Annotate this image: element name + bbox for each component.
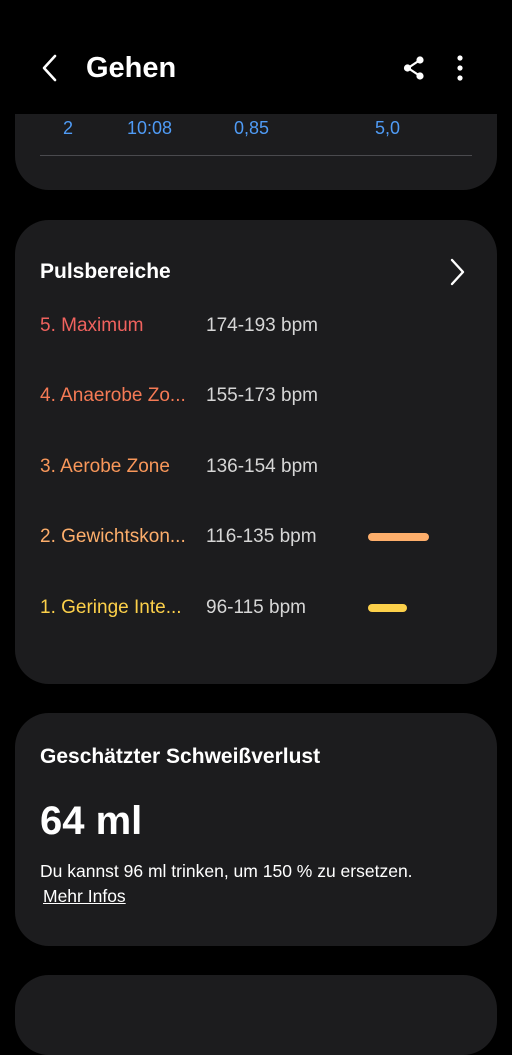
zone-name: 1. Geringe Inte... [40, 597, 182, 618]
zone-row: 4. Anaerobe Zo... 155-173 bpm [15, 381, 497, 411]
zone-range: 136-154 bpm [206, 456, 318, 477]
zone-bar-track [368, 604, 460, 612]
sweat-description: Du kannst 96 ml trinken, um 150 % zu ers… [40, 861, 413, 881]
divider [40, 155, 472, 156]
zone-name: 2. Gewichtskon... [40, 526, 186, 547]
zone-bar-track [368, 392, 460, 400]
zone-row: 2. Gewichtskon... 116-135 bpm [15, 522, 497, 552]
zone-row: 1. Geringe Inte... 96-115 bpm [15, 593, 497, 623]
zone-name: 4. Anaerobe Zo... [40, 385, 186, 406]
chevron-left-icon [42, 54, 57, 82]
sweat-loss-card: Geschätzter Schweißverlust 64 ml Du kann… [15, 713, 497, 946]
more-info-link[interactable]: Mehr Infos [43, 883, 126, 909]
zone-name: 3. Aerobe Zone [40, 456, 170, 477]
page-title: Gehen [86, 52, 177, 84]
sweat-title: Geschätzter Schweißverlust [40, 745, 321, 768]
lap-pace: 5,0 [375, 118, 401, 138]
more-vertical-icon [457, 55, 463, 81]
lap-time: 10:08 [127, 118, 173, 138]
heart-rate-zones-card[interactable]: Pulsbereiche 5. Maximum 174-193 bpm 4. A… [15, 220, 497, 684]
next-card [15, 975, 497, 1055]
sweat-value: 64 ml [40, 799, 143, 843]
zone-range: 116-135 bpm [206, 526, 317, 547]
share-button[interactable] [396, 50, 432, 86]
more-options-button[interactable] [444, 50, 476, 86]
zone-bar-track [368, 533, 460, 541]
lap-number: 2 [63, 118, 74, 138]
zone-name: 5. Maximum [40, 315, 144, 336]
zones-open-button[interactable] [439, 254, 475, 290]
zone-bar-track [368, 463, 460, 471]
zone-range: 155-173 bpm [206, 385, 318, 406]
zone-bar-track [368, 322, 460, 330]
chevron-right-icon [450, 258, 465, 286]
zone-bar [368, 604, 407, 612]
zone-range: 174-193 bpm [206, 315, 318, 336]
lap-row[interactable]: 2 10:08 0,85 5,0 [15, 114, 497, 142]
app-bar: Gehen [0, 0, 512, 114]
zone-range: 96-115 bpm [206, 597, 306, 618]
zone-row: 5. Maximum 174-193 bpm [15, 311, 497, 341]
zone-row: 3. Aerobe Zone 136-154 bpm [15, 452, 497, 482]
lap-distance: 0,85 [234, 118, 270, 138]
share-icon [403, 56, 424, 80]
zones-title: Pulsbereiche [40, 260, 171, 283]
back-button[interactable] [30, 48, 70, 88]
zone-bar [368, 533, 429, 541]
